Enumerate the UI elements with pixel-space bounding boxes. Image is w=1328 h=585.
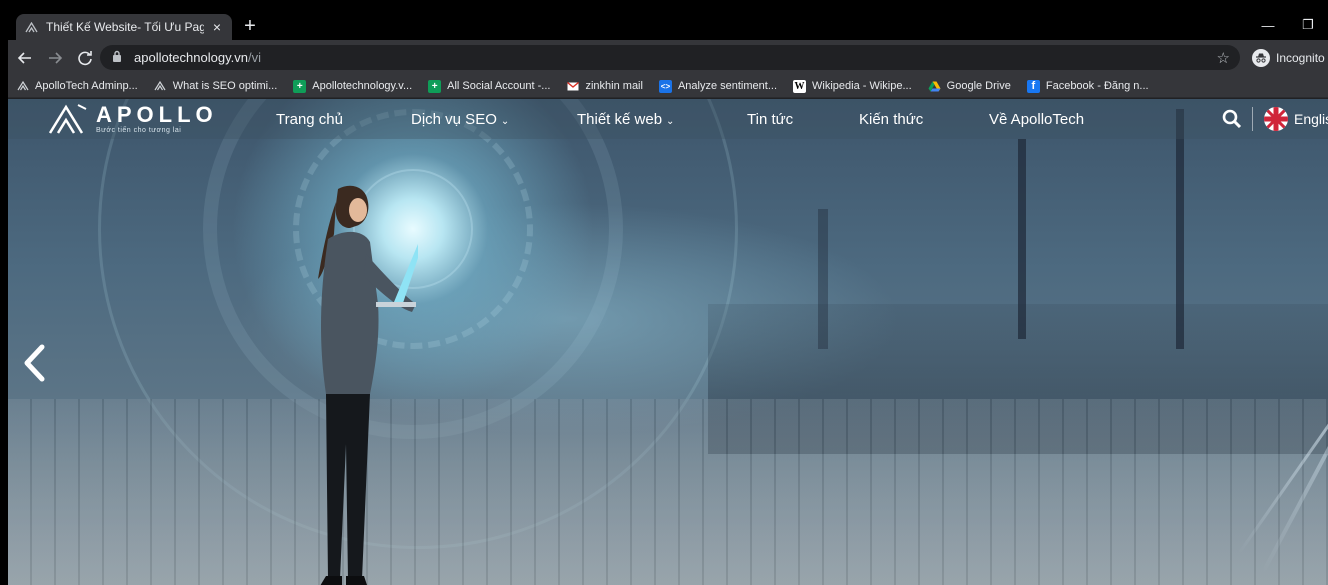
new-tab-button[interactable]: + (240, 16, 260, 36)
facebook-icon: f (1026, 79, 1040, 93)
bookmark-label: zinkhin mail (585, 80, 643, 92)
bookmark-label: What is SEO optimi... (172, 80, 278, 92)
bookmark-label: Wikipedia - Wikipe... (812, 80, 912, 92)
bookmark-item[interactable]: Google Drive (928, 80, 1011, 93)
wikipedia-icon: W (793, 79, 807, 93)
uk-flag-icon (1264, 107, 1288, 131)
header-divider (1252, 107, 1253, 131)
search-icon[interactable] (1222, 109, 1242, 129)
nav-item-tin-tuc[interactable]: Tin tức (747, 111, 793, 128)
window-controls: — ❐ (1248, 10, 1328, 40)
apollo-favicon-icon (24, 20, 38, 34)
tab-title: Thiết Kế Website- Tối Ưu Pagesp (46, 20, 204, 34)
bookmark-item[interactable]: zinkhin mail (566, 80, 643, 93)
paved-ground (8, 399, 1328, 585)
main-nav: Trang chủ Dịch vụ SEO ⌄ Thiết kế web ⌄ Tin… (8, 99, 1328, 139)
tab-close-icon[interactable]: × (210, 20, 224, 34)
hero-slider: APOLLO Bước tiến cho tương lai Trang chủ… (8, 99, 1328, 585)
incognito-indicator[interactable]: Incognito (2 (1252, 45, 1328, 70)
apollo-icon (154, 80, 167, 93)
browser-window: Thiết Kế Website- Tối Ưu Pagesp × + — ❐ … (8, 10, 1328, 585)
bookmark-label: All Social Account -... (447, 80, 551, 92)
code-icon: <> (658, 79, 672, 93)
reload-icon (78, 50, 92, 65)
bookmark-item[interactable]: + Apollotechnology.v... (293, 79, 413, 93)
forward-arrow-icon (49, 51, 63, 64)
gmail-icon (566, 80, 579, 93)
apollo-icon (16, 80, 29, 93)
skyline-tower (1176, 109, 1184, 349)
nav-item-trang-chu[interactable]: Trang chủ (276, 111, 343, 128)
site-header: APOLLO Bước tiến cho tương lai Trang chủ… (8, 99, 1328, 139)
green-plus-icon: + (428, 79, 442, 93)
bookmark-item[interactable]: <> Analyze sentiment... (658, 79, 778, 93)
forward-button[interactable] (42, 45, 68, 71)
nav-item-kien-thuc[interactable]: Kiến thức (859, 111, 923, 128)
bookmarks-bar: ApolloTech Adminp... What is SEO optimi.… (8, 75, 1328, 98)
bookmark-item[interactable]: + All Social Account -... (428, 79, 551, 93)
language-switcher[interactable]: English (1264, 107, 1328, 131)
url-path: /vi (247, 50, 261, 65)
back-button[interactable] (12, 45, 38, 71)
minimize-icon[interactable]: — (1248, 10, 1288, 40)
language-label: English (1294, 111, 1328, 127)
bookmark-item[interactable]: W Wikipedia - Wikipe... (793, 79, 912, 93)
reload-button[interactable] (72, 45, 98, 71)
green-plus-icon: + (293, 79, 307, 93)
address-bar[interactable]: apollotechnology.vn/vi ☆ (100, 45, 1240, 70)
incognito-icon (1252, 48, 1270, 67)
bookmark-item[interactable]: What is SEO optimi... (154, 80, 278, 93)
bookmark-label: Facebook - Đăng n... (1045, 80, 1149, 92)
tab-strip: Thiết Kế Website- Tối Ưu Pagesp × + — ❐ (8, 10, 1328, 40)
bookmark-label: Analyze sentiment... (677, 80, 778, 92)
nav-item-dich-vu-seo[interactable]: Dịch vụ SEO ⌄ (411, 111, 509, 128)
bookmark-star-icon[interactable]: ☆ (1217, 49, 1230, 67)
bookmark-label: Apollotechnology.v... (312, 80, 413, 92)
nav-item-thiet-ke-web[interactable]: Thiết kế web ⌄ (577, 111, 674, 128)
lock-icon[interactable] (112, 50, 126, 65)
chevron-down-icon: ⌄ (666, 116, 675, 127)
back-arrow-icon (17, 51, 31, 64)
drive-icon (928, 80, 941, 93)
nav-item-ve-apollotech[interactable]: Về ApolloTech (989, 111, 1084, 128)
url-host: apollotechnology.vn (134, 50, 248, 65)
woman-with-laptop-illustration (318, 185, 418, 585)
bookmark-item[interactable]: ApolloTech Adminp... (16, 80, 138, 93)
bookmark-label: ApolloTech Adminp... (35, 80, 138, 92)
skyline-tower (818, 209, 828, 349)
slider-prev-arrow-icon[interactable] (22, 344, 46, 382)
bookmark-label: Google Drive (946, 80, 1011, 92)
skyline-tower (1018, 139, 1026, 339)
maximize-icon[interactable]: ❐ (1288, 10, 1328, 40)
chevron-down-icon: ⌄ (500, 116, 510, 127)
browser-tab-active[interactable]: Thiết Kế Website- Tối Ưu Pagesp × (16, 14, 232, 40)
browser-toolbar: apollotechnology.vn/vi ☆ Incognito (2 (8, 40, 1328, 75)
profile-label: Incognito (2 (1276, 50, 1328, 65)
bookmark-item[interactable]: f Facebook - Đăng n... (1026, 79, 1149, 93)
